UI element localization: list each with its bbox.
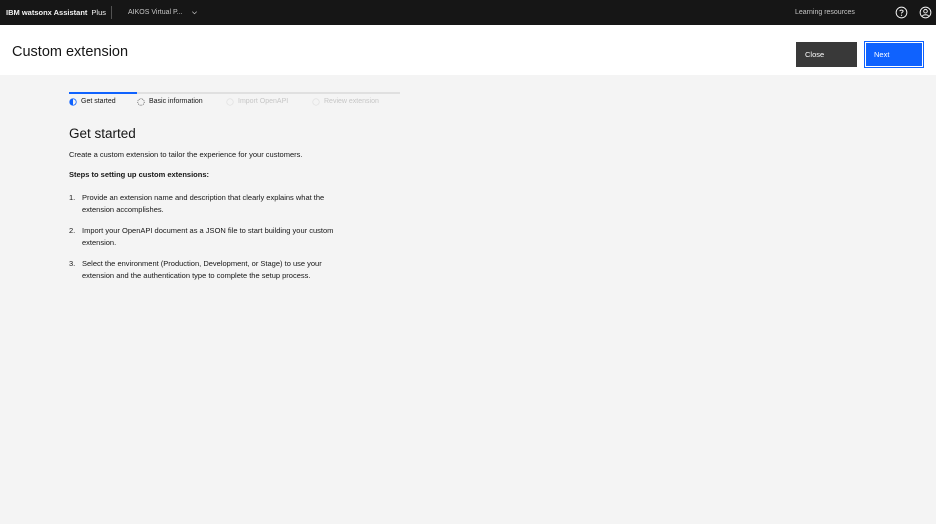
incomplete-step-icon [137, 98, 145, 106]
product-name[interactable]: IBM watsonx Assistant Plus [6, 0, 106, 25]
next-button[interactable]: Next [864, 41, 924, 68]
intro-text: Create a custom extension to tailor the … [69, 150, 303, 159]
progress-step-label: Import OpenAPI [238, 98, 289, 105]
learning-resources-link[interactable]: Learning resources [795, 0, 855, 25]
progress-step-get-started[interactable]: Get started [69, 92, 137, 112]
instance-switcher[interactable]: AIKOS Virtual P... [128, 0, 198, 25]
steps-heading: Steps to setting up custom extensions: [69, 170, 210, 179]
topbar-divider [111, 6, 112, 19]
list-item-text: Provide an extension name and descriptio… [82, 193, 325, 214]
list-item-number: 1. [69, 193, 76, 202]
list-item: 2. Import your OpenAPI document as a JSO… [69, 225, 369, 249]
progress-step-label: Get started [81, 98, 116, 105]
disabled-step-icon [312, 98, 320, 106]
list-item: 3. Select the environment (Production, D… [69, 258, 369, 282]
top-navigation-bar: IBM watsonx Assistant Plus AIKOS Virtual … [0, 0, 936, 25]
brand-plan: Plus [91, 8, 106, 17]
progress-step-import-openapi: Import OpenAPI [226, 92, 312, 112]
list-item-number: 2. [69, 226, 76, 235]
list-item-number: 3. [69, 259, 76, 268]
progress-indicator: Get started Basic information Import Ope… [69, 92, 400, 112]
user-avatar-icon[interactable] [919, 6, 932, 19]
progress-step-label: Basic information [149, 98, 203, 105]
list-item: 1. Provide an extension name and descrip… [69, 192, 369, 216]
list-item-text: Select the environment (Production, Deve… [82, 259, 322, 280]
progress-step-label: Review extension [324, 98, 379, 105]
progress-step-bar [137, 92, 226, 94]
instance-name: AIKOS Virtual P... [128, 9, 183, 16]
section-heading: Get started [69, 126, 136, 141]
setup-steps-list: 1. Provide an extension name and descrip… [69, 192, 369, 282]
brand-name: IBM watsonx Assistant [6, 8, 88, 17]
page-title: Custom extension [12, 44, 129, 60]
progress-step-basic-information[interactable]: Basic information [137, 92, 226, 112]
list-item-text: Import your OpenAPI document as a JSON f… [82, 226, 334, 247]
current-step-icon [69, 98, 77, 106]
disabled-step-icon [226, 98, 234, 106]
progress-step-bar [69, 92, 137, 94]
help-icon[interactable] [895, 6, 908, 19]
page-header: Custom extension Close Next [0, 25, 936, 75]
chevron-down-icon [191, 0, 198, 25]
get-started-content: Get started Create a custom extension to… [69, 126, 369, 291]
progress-step-review-extension: Review extension [312, 92, 400, 112]
progress-step-bar [226, 92, 312, 94]
close-button[interactable]: Close [796, 42, 857, 67]
progress-step-bar [312, 92, 400, 94]
